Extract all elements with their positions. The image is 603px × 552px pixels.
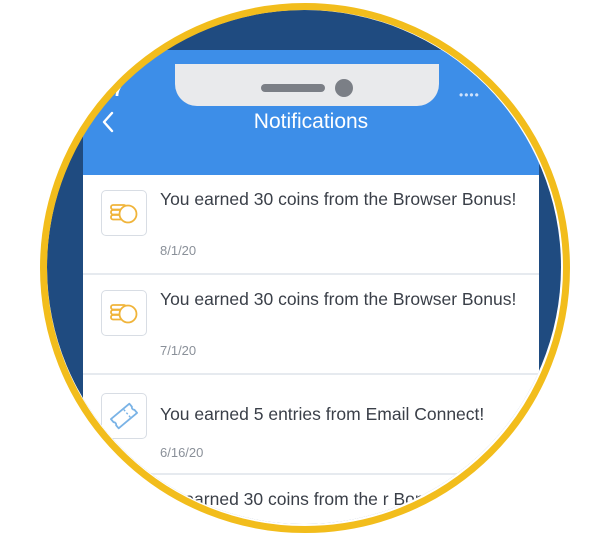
ticket-icon <box>110 402 138 430</box>
notification-date: 6/16/20 <box>160 445 204 460</box>
notification-date: 7/1/20 <box>160 343 197 358</box>
app-header: :17 •••• Notifications <box>83 50 539 175</box>
notification-icon-box <box>101 393 147 439</box>
notification-icon-box <box>101 490 147 524</box>
status-time: :17 <box>95 80 124 101</box>
circular-frame: :17 •••• Notifications You earned 30 coi… <box>47 10 561 524</box>
notification-message: You earned 5 entries from Email Connect! <box>160 404 485 424</box>
notification-item[interactable]: You earned 5 entries from Email Connect!… <box>83 375 539 475</box>
coins-icon <box>110 504 138 524</box>
phone-notch <box>175 64 439 106</box>
notification-icon-box <box>101 290 147 336</box>
status-indicators: •••• <box>459 80 531 102</box>
coins-icon <box>110 304 138 324</box>
signal-dots-icon: •••• <box>459 88 480 102</box>
wifi-icon <box>501 83 523 99</box>
notification-item[interactable]: You earned 30 coins from the Browser Bon… <box>83 275 539 375</box>
notification-item[interactable]: You earned 30 coins from the Browser Bon… <box>83 175 539 275</box>
coins-icon <box>110 204 138 224</box>
notification-message: ou earned 30 coins from the r Bonus! <box>160 489 448 509</box>
notification-item[interactable]: ou earned 30 coins from the r Bonus! <box>83 475 539 524</box>
notification-list: You earned 30 coins from the Browser Bon… <box>83 175 539 524</box>
notification-icon-box <box>101 190 147 236</box>
notification-date: 8/1/20 <box>160 243 197 258</box>
speaker-grille <box>261 84 325 92</box>
notification-message: You earned 30 coins from the Browser Bon… <box>160 289 517 309</box>
notification-message: You earned 30 coins from the Browser Bon… <box>160 189 517 209</box>
phone-screen: :17 •••• Notifications You earned 30 coi… <box>83 50 539 524</box>
page-title: Notifications <box>253 110 369 133</box>
front-camera <box>335 79 353 97</box>
